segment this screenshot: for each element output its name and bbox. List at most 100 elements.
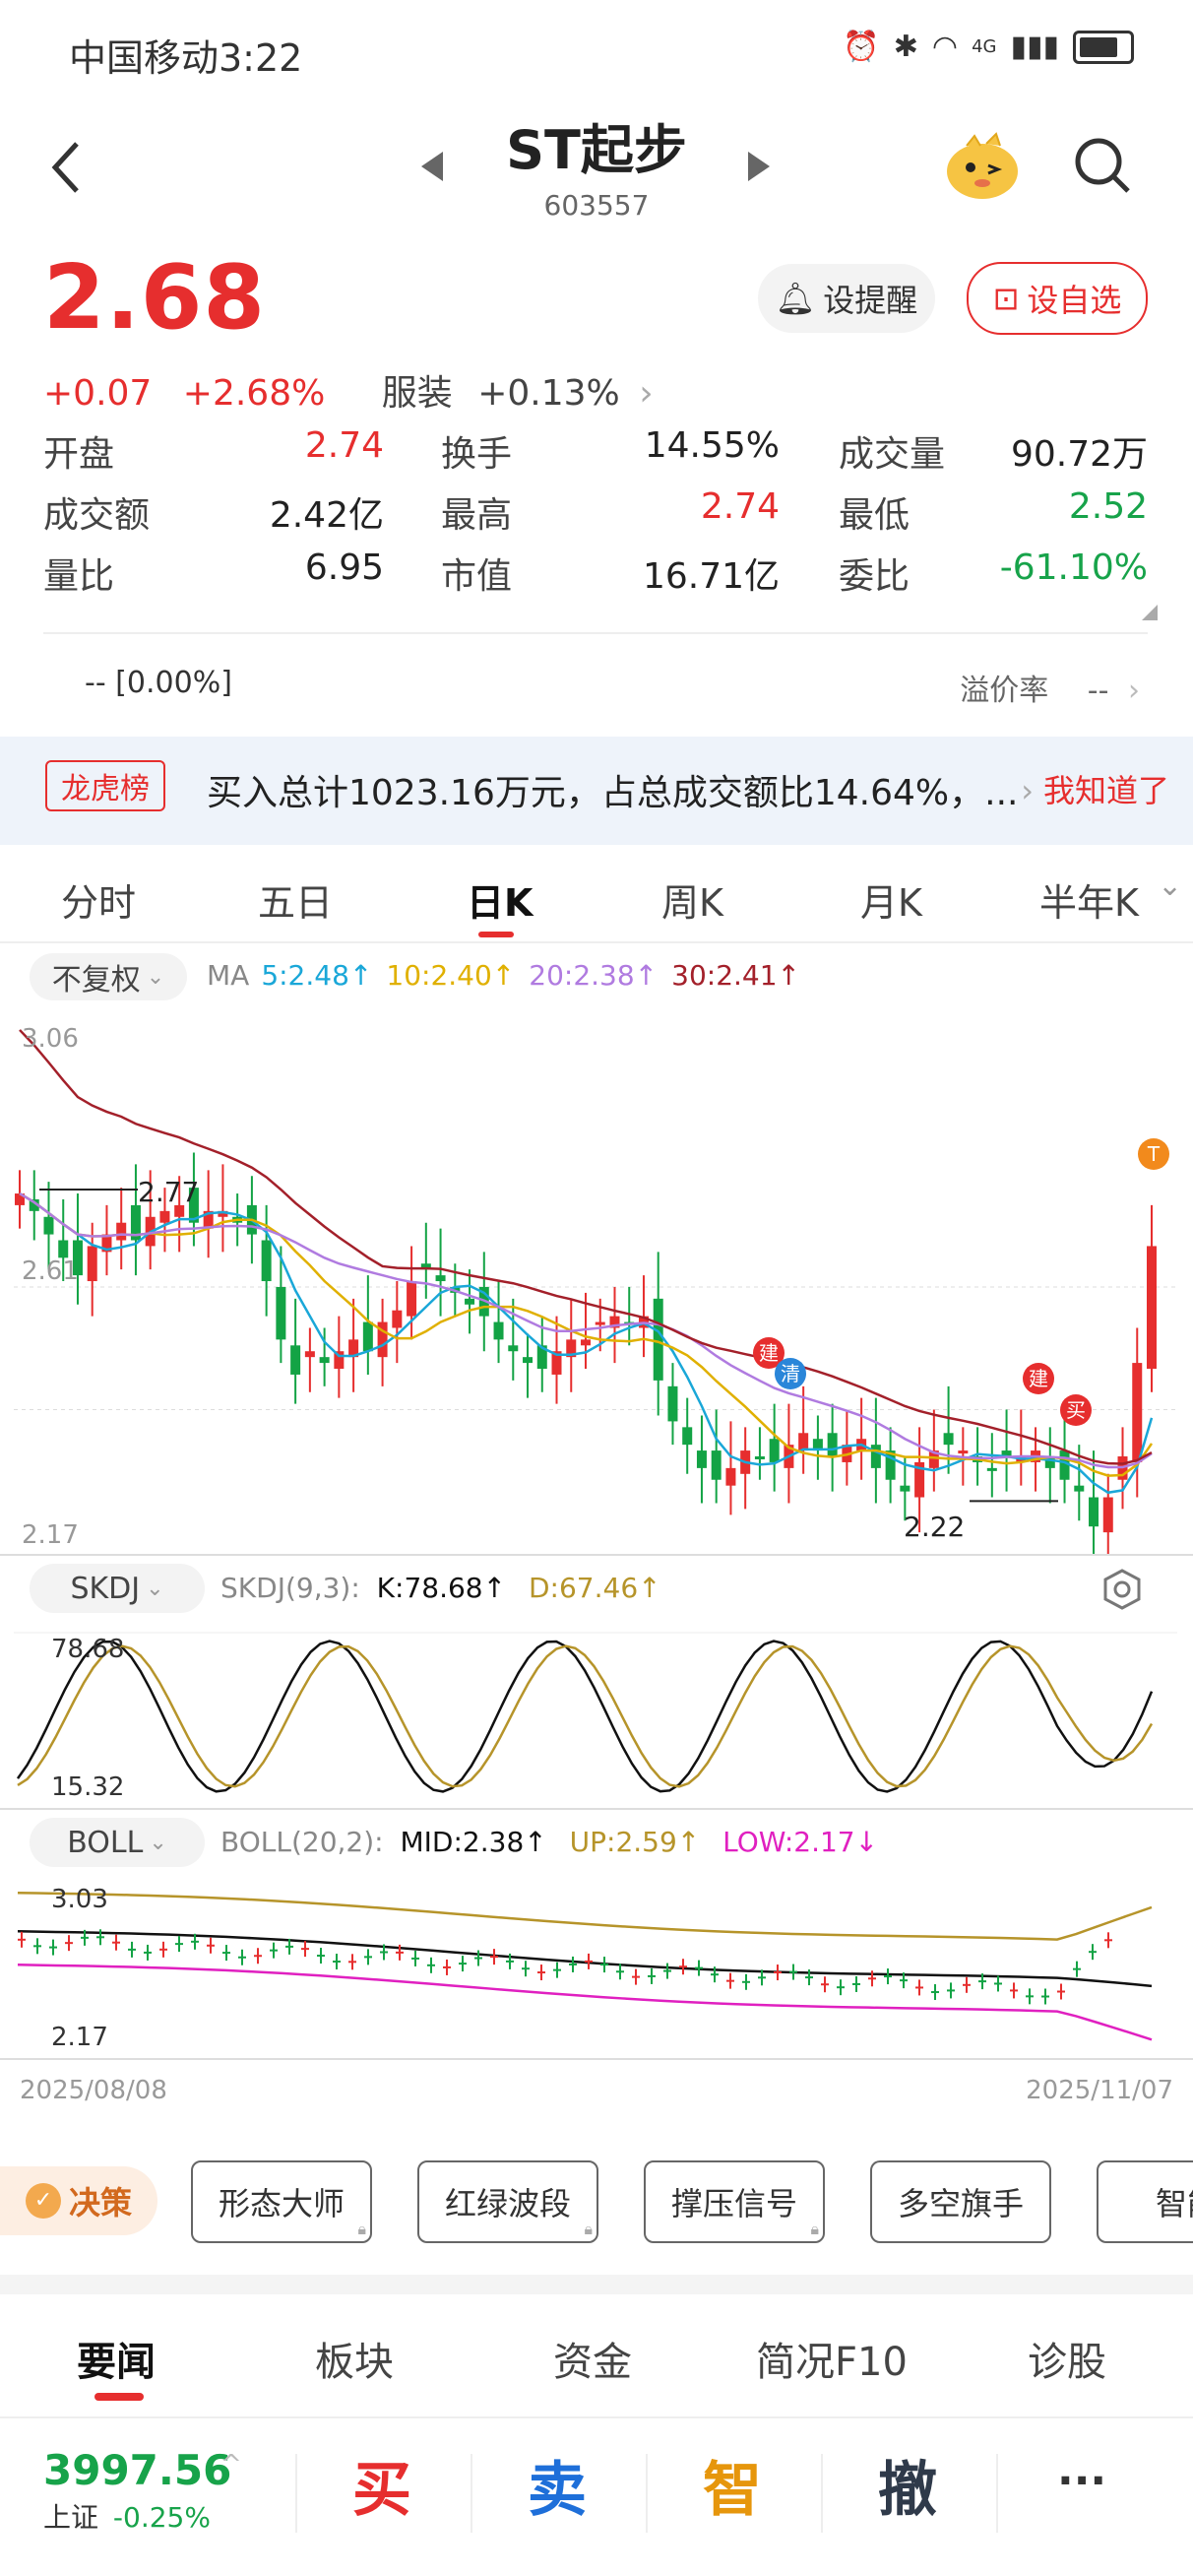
boll-selector[interactable]: BOLL ⌄: [30, 1818, 205, 1867]
bottom-tab[interactable]: 板块: [315, 2330, 394, 2387]
period-tab[interactable]: 日K: [467, 872, 533, 927]
boll-y-bottom: 2.17: [51, 2023, 108, 2052]
divider: [0, 2058, 1193, 2060]
stat-value: 6.95: [304, 547, 384, 588]
period-tab[interactable]: 分时: [61, 872, 136, 927]
decision-tool-label: 形态大师: [218, 2185, 345, 2222]
bluetooth-icon: ✱: [893, 30, 918, 64]
more-button[interactable]: ···: [1057, 2456, 1106, 2506]
y-top-label: 3.06: [22, 1024, 79, 1054]
skdj-chart[interactable]: [0, 1623, 1193, 1810]
bottom-tab[interactable]: 诊股: [1028, 2330, 1106, 2387]
decision-tool-button[interactable]: 智能: [1097, 2160, 1193, 2243]
chevron-down-icon[interactable]: ⌄: [1158, 869, 1182, 903]
divider: [646, 2454, 648, 2533]
divider: [43, 632, 1148, 634]
status-bar: 中国移动3:22 ⏰ ✱ ◠ 4G ▮▮▮: [0, 0, 1193, 94]
fq-label: 不复权: [51, 963, 141, 998]
period-tab[interactable]: 月K: [860, 872, 922, 927]
divider: [0, 1554, 1193, 1556]
set-alert-label: 设提醒: [823, 282, 918, 319]
decision-tool-button[interactable]: 形态大师 🔒︎: [191, 2160, 372, 2243]
divider: [471, 2454, 472, 2533]
sector-pct[interactable]: +0.13%: [477, 373, 620, 414]
date-start: 2025/08/08: [20, 2076, 167, 2105]
t-marker-text: T: [1147, 1142, 1161, 1166]
stat-value: 16.71亿: [642, 556, 780, 597]
candle-body: [304, 1351, 315, 1358]
signal-icon: ▮▮▮: [1010, 30, 1059, 64]
candle-body: [943, 1433, 954, 1446]
boll-chart[interactable]: [0, 1875, 1193, 2058]
network-label: 4G: [972, 36, 997, 57]
candle-body: [667, 1385, 678, 1422]
y-bottom-label: 2.17: [22, 1520, 79, 1550]
stat-value: 2.74: [304, 425, 384, 466]
chevron-right-icon[interactable]: ›: [639, 373, 653, 414]
decision-tool-button[interactable]: 红绿波段 🔒︎: [417, 2160, 598, 2243]
lock-icon: 🔒︎: [810, 2220, 819, 2238]
sector-name[interactable]: 服装: [382, 373, 453, 414]
chevron-down-icon: ⌄: [149, 1830, 167, 1855]
decision-icon: ✓: [25, 2183, 61, 2219]
set-alert-button[interactable]: 🔔︎ 设提醒: [758, 264, 935, 333]
buy-button[interactable]: 买: [352, 2442, 411, 2528]
candle-body: [58, 1240, 69, 1258]
divider: [996, 2454, 998, 2533]
skdj-selector[interactable]: SKDJ ⌄: [30, 1564, 205, 1613]
section-gap: [0, 2275, 1193, 2294]
boll-up: UP:2.59↑: [569, 1826, 701, 1858]
candle-body: [319, 1357, 330, 1364]
notice-dismiss-button[interactable]: › 我知道了: [1021, 766, 1169, 811]
ma-value: 5:2.48↑: [261, 959, 373, 992]
candle-body: [696, 1450, 707, 1468]
candle-body: [725, 1467, 736, 1486]
mascot-icon[interactable]: [943, 132, 1022, 201]
decision-tool-button[interactable]: 撑压信号 🔒︎: [644, 2160, 825, 2243]
stat-value: 2.74: [700, 486, 780, 527]
divider: [821, 2454, 823, 2533]
candle-body: [508, 1345, 519, 1352]
stats-grid: 开盘 2.74 换手 14.55% 成交量 90.72万 成交额 2.42亿 最高 2.74 最低 2…: [43, 425, 1148, 603]
search-icon[interactable]: [1073, 136, 1132, 195]
premium-rate-row[interactable]: 溢价率 -- ›: [960, 666, 1140, 709]
stat-label: 量比: [43, 556, 115, 597]
bottom-tab[interactable]: 要闻: [77, 2330, 156, 2387]
decision-badge[interactable]: ✓ 决策: [0, 2166, 157, 2235]
fq-selector[interactable]: 不复权 ⌄: [30, 953, 187, 1000]
notice-dismiss-label: 我知道了: [1042, 772, 1169, 809]
notice-bar[interactable]: 龙虎榜 买入总计1023.16万元，占总成交额比14.64%，... › 我知道了: [0, 737, 1193, 845]
stat-value: 2.52: [1068, 486, 1148, 527]
settings-icon[interactable]: [1100, 1568, 1144, 1615]
candle-body: [493, 1321, 504, 1340]
add-watchlist-label: 设自选: [1027, 282, 1122, 319]
period-tab[interactable]: 半年K: [1039, 872, 1139, 927]
decision-tool-button[interactable]: 多空旗手: [870, 2160, 1051, 2243]
expand-corner-icon[interactable]: [1142, 605, 1158, 624]
add-watchlist-button[interactable]: ⊡ 设自选: [967, 262, 1148, 335]
divider: [0, 2416, 1193, 2418]
kline-chart[interactable]: 建清 建买T: [0, 1004, 1193, 1556]
ma-legend: MA 5:2.48↑ 10:2.40↑ 20:2.38↑ 30:2.41↑: [207, 959, 814, 992]
skdj-y-bottom: 15.32: [51, 1772, 125, 1802]
index-ticker[interactable]: 3997.56 上证 -0.25%: [43, 2446, 231, 2536]
carrier-time: 中国移动3:22: [69, 36, 303, 80]
sell-button[interactable]: 卖: [528, 2442, 587, 2528]
candle-body: [43, 1216, 54, 1235]
period-tab[interactable]: 五日: [258, 872, 333, 927]
index-sub: 上证 -0.25%: [43, 2496, 231, 2536]
smart-button[interactable]: 智: [703, 2442, 762, 2528]
stat-value: 90.72万: [1010, 434, 1148, 475]
candle-body: [653, 1298, 663, 1381]
bottom-tab[interactable]: 简况F10: [756, 2330, 908, 2387]
cancel-order-button[interactable]: 撤: [878, 2442, 937, 2528]
skdj-params: SKDJ(9,3):: [220, 1572, 360, 1604]
boll-name: BOLL: [67, 1825, 144, 1860]
skdj-legend: SKDJ(9,3): K:78.68↑ D:67.46↑: [220, 1572, 661, 1604]
last-price: 2.68: [43, 246, 267, 350]
period-tab[interactable]: 周K: [661, 872, 723, 927]
index-pct: -0.25%: [112, 2501, 211, 2534]
notice-tag: 龙虎榜: [45, 760, 165, 811]
bottom-tab[interactable]: 资金: [553, 2330, 632, 2387]
ma-value: 20:2.38↑: [529, 959, 659, 992]
